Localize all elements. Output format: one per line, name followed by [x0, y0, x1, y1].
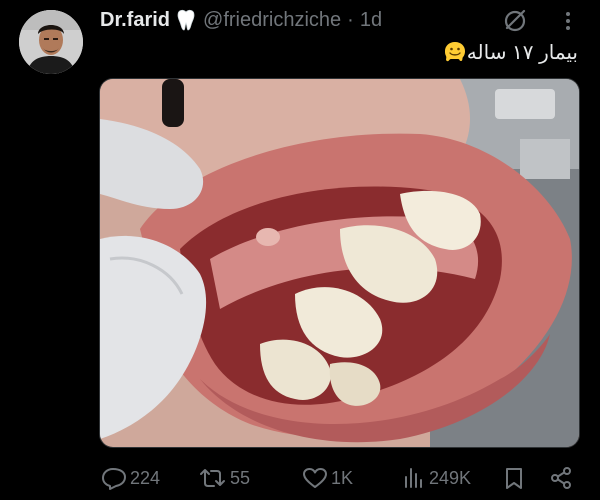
tweet-action-bar: 224 55 1K 249K — [0, 460, 600, 496]
views-button[interactable]: 249K — [402, 460, 471, 496]
like-button[interactable]: 1K — [302, 460, 353, 496]
tweet-text: بیمار ۱۷ ساله — [437, 38, 578, 66]
reply-button[interactable]: 224 — [101, 460, 160, 496]
tweet-header: Dr.farid @friedrichziche · 1d — [100, 7, 382, 33]
retweet-button[interactable]: 55 — [199, 460, 250, 496]
tweet-body: بیمار ۱۷ ساله — [466, 41, 578, 64]
reply-count: 224 — [130, 467, 161, 488]
share-button[interactable] — [549, 460, 576, 496]
author-handle[interactable]: @friedrichziche — [203, 9, 341, 32]
separator-dot: · — [347, 8, 354, 31]
reply-icon — [102, 468, 126, 490]
retweet-count: 55 — [230, 467, 251, 488]
tweet-timestamp[interactable]: 1d — [360, 9, 382, 32]
tooth-icon — [177, 9, 195, 31]
retweet-icon — [200, 469, 225, 487]
tweet-media-photo[interactable] — [99, 78, 580, 448]
grok-icon[interactable] — [503, 8, 527, 32]
author-display-name[interactable]: Dr.farid — [100, 9, 170, 32]
views-icon — [405, 468, 422, 488]
like-count: 1K — [331, 467, 354, 488]
heart-icon — [303, 468, 327, 488]
dental-photo — [100, 79, 579, 447]
tweet: Dr.farid @friedrichziche · 1d بیمار ۱۷ س… — [0, 0, 600, 500]
bookmark-icon — [506, 468, 522, 489]
more-icon[interactable] — [558, 10, 578, 32]
melting-face-emoji — [443, 40, 467, 64]
views-count: 249K — [429, 467, 472, 488]
avatar-image — [19, 10, 83, 74]
share-icon — [551, 467, 571, 489]
avatar[interactable] — [19, 10, 83, 74]
bookmark-button[interactable] — [503, 460, 528, 496]
